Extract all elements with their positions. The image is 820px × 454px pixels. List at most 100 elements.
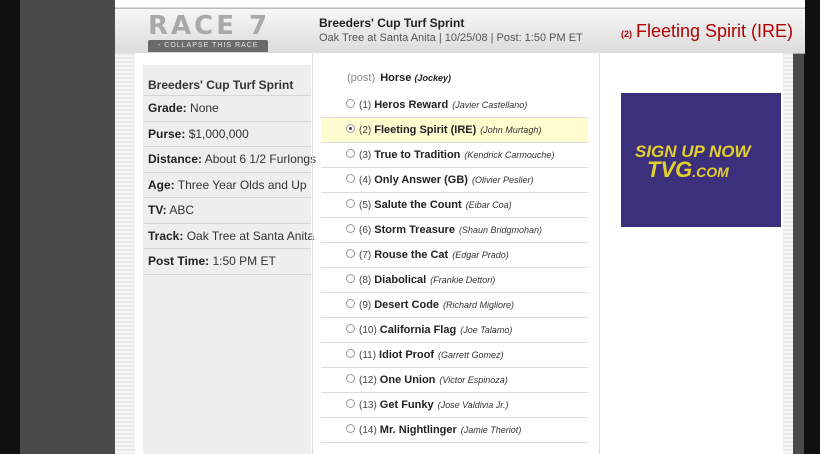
horse-post-number: (12) [359,375,377,386]
horse-row[interactable]: (8) Diabolical (Frankie Dettori) [321,268,588,293]
jockey-name: (Victor Espinoza) [439,375,508,385]
tvg-ad-banner[interactable]: SIGN UP NOW TVG.COM [621,93,781,227]
info-row: Age: Three Year Olds and Up [143,173,311,198]
info-race-title: Breeders' Cup Turf Sprint [143,65,311,96]
horse-radio-button[interactable] [346,198,355,208]
horse-radio-button[interactable] [346,423,355,433]
horse-radio-button[interactable] [346,323,355,333]
horse-row[interactable]: (4) Only Answer (GB) (Olivier Peslier) [321,168,588,193]
horse-radio-button[interactable] [346,173,355,183]
horse-row[interactable]: (7) Rouse the Cat (Edgar Prado) [321,243,588,268]
horse-radio-button[interactable] [346,123,355,133]
jockey-name: (John Murtagh) [480,125,542,135]
horse-radio-button[interactable] [346,248,355,258]
horse-radio-button[interactable] [346,398,355,408]
horse-row[interactable]: (10) California Flag (Joe Talamo) [321,318,588,343]
horse-name: Heros Reward [374,99,449,111]
race-header: RACE 7 - COLLAPSE THIS RACE Breeders' Cu… [115,8,805,54]
info-label: Age: [148,177,175,192]
horse-post-number: (14) [359,425,377,436]
info-row: Track: Oak Tree at Santa Anita [143,224,314,249]
info-row: Grade: None [143,96,311,122]
horse-name: Salute the Count [374,199,462,211]
gutter-right [793,0,804,454]
horse-post-number: (5) [359,200,372,211]
tvg-logo-suffix: .COM [692,164,729,180]
horse-name: One Union [379,374,436,386]
info-label: Distance: [148,152,203,166]
horse-list-header: (post) Horse (Jockey) [347,72,451,84]
winner-label: (2) Fleeting Spirit (IRE) [621,21,793,42]
horse-radio-button[interactable] [346,148,355,158]
horse-post-number: (4) [359,175,372,186]
horse-radio-button[interactable] [346,98,355,108]
tvg-logo-text: TVG [647,157,693,182]
horse-radio-button[interactable] [346,373,355,383]
horse-post-number: (3) [359,150,372,161]
horse-name: Idiot Proof [379,349,435,361]
horse-radio-button[interactable] [346,273,355,283]
header-post: (post) [347,72,376,84]
horse-radio-button[interactable] [346,348,355,358]
horse-row[interactable]: (11) Idiot Proof (Garrett Gomez) [321,343,588,368]
horse-row[interactable]: (2) Fleeting Spirit (IRE) (John Murtagh) [321,118,588,143]
horse-row[interactable]: (5) Salute the Count (Eibar Coa) [321,193,588,218]
horse-name: Fleeting Spirit (IRE) [374,124,477,136]
jockey-name: (Jose Valdivia Jr.) [437,400,509,410]
info-label: Purse: [148,126,186,141]
horse-radio-button[interactable] [346,223,355,233]
horse-name: Diabolical [374,274,427,286]
ad-text: SIGN UP NOW TVG.COM [635,143,751,181]
info-label: Post Time: [148,254,210,268]
info-value: $1,000,000 [188,126,249,141]
tvg-logo: TVG.COM [647,159,751,181]
horse-row[interactable]: (13) Get Funky (Jose Valdivia Jr.) [321,393,588,418]
collapse-race-button[interactable]: - COLLAPSE THIS RACE [148,40,269,52]
horse-radio-button[interactable] [346,298,355,308]
horse-name: Mr. Nightlinger [379,424,457,436]
jockey-name: (Eibar Coa) [465,200,512,210]
jockey-name: (Jamie Theriot) [460,425,522,435]
horse-post-number: (1) [359,100,372,111]
info-row: Distance: About 6 1/2 Furlongs [143,147,316,173]
header-jockey: (Jockey) [414,73,451,83]
race-name: Breeders' Cup Turf Sprint [319,16,465,30]
info-label: Grade: [148,101,187,115]
winner-number: (2) [621,29,632,39]
horse-name: Rouse the Cat [374,249,449,261]
previous-section-strip [115,0,805,8]
jockey-name: (Frankie Dettori) [430,275,496,285]
horse-post-number: (11) [359,350,377,361]
horse-name: Get Funky [379,399,434,411]
winner-name: Fleeting Spirit (IRE) [636,21,794,41]
horse-row[interactable]: (3) True to Tradition (Kendrick Carmouche) [321,143,588,168]
jockey-name: (Garrett Gomez) [438,350,504,360]
horse-row[interactable]: (9) Desert Code (Richard Migliore) [321,293,588,318]
horse-name: True to Tradition [374,149,461,161]
info-value: ABC [169,203,195,217]
jockey-name: (Shaun Bridgmohan) [458,225,542,235]
info-value: About 6 1/2 Furlongs [204,152,317,166]
jockey-name: (Javier Castellano) [452,100,528,110]
horse-post-number: (9) [359,300,372,311]
jockey-name: (Edgar Prado) [452,250,509,260]
jockey-name: (Richard Migliore) [443,300,515,310]
horse-post-number: (6) [359,225,372,236]
horse-post-number: (8) [359,275,372,286]
info-value: Three Year Olds and Up [177,177,307,192]
horse-post-number: (2) [359,125,372,136]
info-value: None [190,101,219,115]
info-label: Track: [148,228,184,243]
race-content: Breeders' Cup Turf Sprint Grade: None Pur… [115,53,793,454]
header-horse: Horse [380,72,412,84]
horse-row[interactable]: (14) Mr. Nightlinger (Jamie Theriot) [321,418,588,443]
horse-row[interactable]: (12) One Union (Victor Espinoza) [321,368,588,393]
horse-post-number: (7) [359,250,372,261]
info-label: TV: [148,203,167,217]
info-value: 1:50 PM ET [212,254,276,268]
horse-row[interactable]: (1) Heros Reward (Javier Castellano) [321,93,588,118]
horse-post-number: (10) [359,325,377,336]
decorative-stripes-left [115,53,135,454]
horse-row[interactable]: (6) Storm Treasure (Shaun Bridgmohan) [321,218,588,243]
jockey-name: (Olivier Peslier) [471,175,534,185]
